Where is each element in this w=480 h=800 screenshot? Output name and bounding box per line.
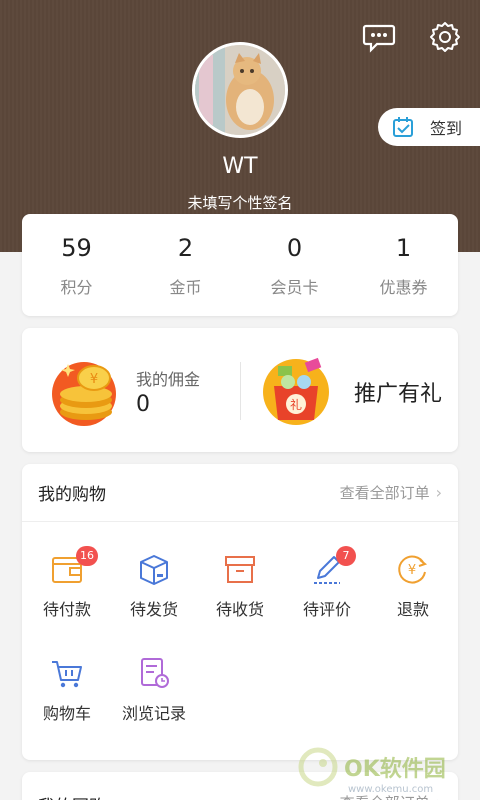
calendar-check-icon <box>393 117 413 137</box>
yuan-refund-icon: ¥ <box>398 555 428 584</box>
stat-coupons[interactable]: 1 优惠券 <box>349 214 458 316</box>
stats-card: 59 积分 2 金币 0 会员卡 1 优惠券 <box>22 214 458 316</box>
stat-value: 1 <box>395 234 412 262</box>
commission-value: 0 <box>136 392 150 417</box>
stat-member-cards[interactable]: 0 会员卡 <box>240 214 349 316</box>
message-icon[interactable] <box>362 20 396 54</box>
order-item-label: 浏览记录 <box>121 704 186 723</box>
gift-bag-icon[interactable]: 礼 <box>260 352 334 428</box>
svg-text:¥: ¥ <box>408 563 416 578</box>
box-icon <box>225 556 255 583</box>
stat-value: 59 <box>61 234 92 262</box>
stat-points[interactable]: 59 积分 <box>22 214 131 316</box>
view-all-label: 查看全部订单 <box>339 484 430 502</box>
watermark-url: www.okemu.com <box>348 784 434 795</box>
section-title: 我的购物 <box>38 485 106 505</box>
order-item-label: 待评价 <box>302 600 351 619</box>
my-shopping-card: 我的购物 查看全部订单 › 16 待付款 待发货 待收货 7 待评价 ¥ 退款 … <box>22 464 458 760</box>
coins-icon[interactable]: ¥ <box>46 356 130 426</box>
watermark-brand: OK软件园 <box>344 757 446 782</box>
order-item-label: 退款 <box>396 600 429 619</box>
settings-icon[interactable] <box>428 20 462 54</box>
signature[interactable]: 未填写个性签名 <box>0 192 480 213</box>
cart-icon <box>52 661 82 688</box>
commission-label: 我的佣金 <box>136 370 201 389</box>
stat-value: 2 <box>177 234 194 262</box>
order-item-cart[interactable]: 购物车 <box>24 656 110 724</box>
ok-logo-icon <box>298 747 338 787</box>
order-item-label: 购物车 <box>42 704 91 723</box>
divider <box>240 362 241 420</box>
stat-label: 优惠券 <box>379 278 428 297</box>
stat-label: 积分 <box>60 278 93 297</box>
badge-count: 16 <box>76 546 98 566</box>
stat-value: 0 <box>286 234 303 262</box>
order-item-pending-receipt[interactable]: 待收货 <box>197 552 283 620</box>
chevron-right-icon: › <box>436 793 442 800</box>
order-item-label: 待收货 <box>215 600 264 619</box>
view-all-orders-link[interactable]: 查看全部订单 › <box>340 482 442 503</box>
order-item-history[interactable]: 浏览记录 <box>111 656 197 724</box>
svg-text:¥: ¥ <box>90 372 98 387</box>
chevron-right-icon: › <box>435 483 442 502</box>
section-title: 我的团购 <box>38 792 106 800</box>
avatar[interactable] <box>192 42 288 138</box>
order-item-pending-shipment[interactable]: 待发货 <box>111 552 197 620</box>
package-icon <box>140 555 168 585</box>
stat-label: 会员卡 <box>270 278 319 297</box>
history-icon <box>141 658 169 688</box>
badge-count: 7 <box>336 546 356 566</box>
order-item-label: 待发货 <box>129 600 178 619</box>
cat-photo-icon <box>195 45 285 135</box>
promote-gift-label[interactable]: 推广有礼 <box>354 376 442 408</box>
promo-card: ¥ 我的佣金 0 礼 推广有礼 <box>22 328 458 452</box>
order-item-pending-payment[interactable]: 16 待付款 <box>24 546 110 620</box>
checkin-label: 签到 <box>430 119 463 138</box>
username: WT <box>222 154 258 179</box>
section-header: 我的购物 查看全部订单 › <box>22 464 458 522</box>
order-item-refund[interactable]: ¥ 退款 <box>370 552 456 620</box>
order-item-pending-review[interactable]: 7 待评价 <box>284 546 370 620</box>
checkin-button[interactable]: 签到 <box>378 108 480 146</box>
stat-gold-coins[interactable]: 2 金币 <box>131 214 240 316</box>
order-item-label: 待付款 <box>42 600 91 619</box>
svg-text:礼: 礼 <box>290 397 302 412</box>
stat-label: 金币 <box>169 278 202 297</box>
